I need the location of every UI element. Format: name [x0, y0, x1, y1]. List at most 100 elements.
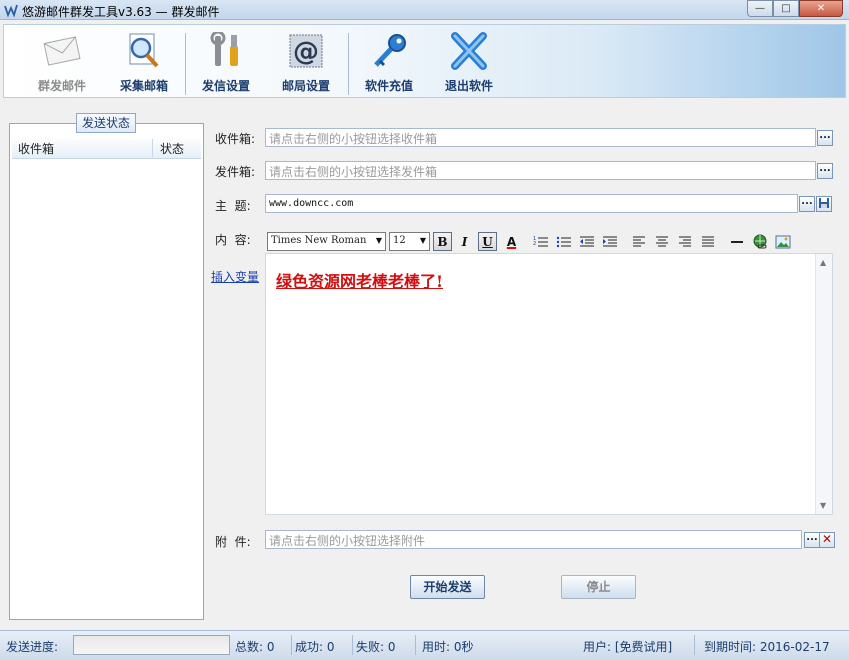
horizontal-rule-button[interactable]	[727, 232, 746, 251]
column-header-status[interactable]: 状态	[160, 140, 184, 157]
minimize-button[interactable]: —	[747, 0, 773, 17]
toolbar-send-settings-label: 发信设置	[201, 79, 250, 93]
toolbar-exit-button[interactable]: 退出软件	[433, 31, 505, 95]
toolbar-post-settings-label: 邮局设置	[281, 79, 330, 93]
inbox-browse-button[interactable]: ...	[817, 130, 833, 146]
window-title: 悠游邮件群发工具v3.63 — 群发邮件	[22, 5, 220, 19]
align-right-button[interactable]	[675, 232, 694, 251]
font-size-value: 12	[393, 235, 406, 246]
editor-content-text: 绿色资源网老棒老棒了!	[276, 272, 444, 291]
outdent-button[interactable]	[577, 232, 596, 251]
justify-button[interactable]	[698, 232, 717, 251]
scroll-up-icon[interactable]: ▲	[820, 258, 826, 267]
font-name-value: Times New Roman	[271, 235, 367, 246]
failed-count: 失败: 0	[356, 640, 396, 654]
attachment-clear-button[interactable]: ✕	[819, 532, 835, 548]
font-color-button[interactable]: A	[502, 232, 521, 251]
image-icon	[775, 235, 790, 248]
svg-text:@: @	[293, 37, 319, 67]
send-status-title: 发送状态	[76, 113, 137, 133]
editor-scrollbar[interactable]: ▲ ▼	[815, 254, 832, 514]
send-status-panel: 收件箱 状态	[9, 123, 204, 620]
insert-image-button[interactable]	[773, 232, 792, 251]
key-icon	[367, 31, 411, 71]
insert-variable-link[interactable]: 插入变量	[211, 268, 259, 285]
toolbar-post-settings-button[interactable]: @ 邮局设置	[270, 31, 342, 95]
insert-link-button[interactable]	[750, 232, 769, 251]
toolbar-send-mail-button[interactable]: 群发邮件	[26, 31, 98, 95]
globe-link-icon	[753, 234, 766, 248]
ordered-list-icon: 12	[533, 236, 548, 247]
subject-label: 主 题:	[215, 199, 251, 213]
toolbar-send-settings-button[interactable]: 发信设置	[190, 31, 262, 95]
sender-label: 发件箱:	[215, 165, 256, 179]
status-separator	[415, 635, 416, 655]
toolbar-separator	[348, 33, 349, 95]
subject-browse-button[interactable]: ...	[799, 196, 815, 212]
main-toolbar: 群发邮件 采集邮箱 发信设置 @ 邮局设置 软件充值 退出软件	[3, 24, 846, 98]
save-subject-button[interactable]	[816, 196, 832, 212]
underline-button[interactable]: U	[478, 232, 497, 251]
progress-label: 发送进度:	[6, 640, 59, 654]
toolbar-exit-label: 退出软件	[444, 79, 493, 93]
scroll-down-icon[interactable]: ▼	[820, 501, 826, 510]
toolbar-collect-email-label: 采集邮箱	[119, 79, 168, 93]
bullet-list-icon	[556, 236, 571, 247]
bold-button[interactable]: B	[433, 232, 452, 251]
font-size-select[interactable]: 12 ▼	[389, 232, 430, 251]
title-bar[interactable]: 悠游邮件群发工具v3.63 — 群发邮件 — □ ✕	[0, 0, 849, 20]
magnifier-icon	[122, 31, 166, 71]
attachment-browse-button[interactable]: ...	[804, 532, 820, 548]
chevron-down-icon: ▼	[375, 236, 382, 245]
outdent-icon	[579, 236, 594, 246]
content-label: 内 容:	[215, 233, 251, 247]
total-count: 总数: 0	[235, 640, 275, 654]
font-name-select[interactable]: Times New Roman ▼	[267, 232, 386, 251]
expiry-date: 到期时间: 2016-02-17	[704, 640, 830, 654]
content-editor[interactable]: 绿色资源网老棒老棒了! ▲ ▼	[265, 253, 833, 515]
toolbar-collect-email-button[interactable]: 采集邮箱	[108, 31, 180, 95]
start-send-button[interactable]: 开始发送	[410, 575, 485, 599]
align-center-icon	[655, 236, 668, 246]
attachment-field[interactable]: 请点击右侧的小按钮选择附件	[265, 530, 802, 549]
unordered-list-button[interactable]	[554, 232, 573, 251]
indent-button[interactable]	[600, 232, 619, 251]
subject-input[interactable]: www.downcc.com	[265, 194, 798, 213]
column-header-inbox[interactable]: 收件箱	[18, 140, 54, 157]
ordered-list-button[interactable]: 12	[531, 232, 550, 251]
inbox-field[interactable]: 请点击右侧的小按钮选择收件箱	[265, 128, 816, 147]
stop-button[interactable]: 停止	[561, 575, 636, 599]
chevron-down-icon: ▼	[419, 236, 426, 245]
horizontal-rule-icon	[730, 240, 743, 243]
indent-icon	[602, 236, 617, 246]
elapsed-time: 用时: 0秒	[422, 640, 474, 654]
align-left-button[interactable]	[629, 232, 648, 251]
tools-icon	[204, 31, 248, 71]
toolbar-separator	[185, 33, 186, 95]
user-info: 用户: [免费试用]	[583, 640, 673, 654]
exit-x-icon	[447, 31, 491, 71]
svg-text:2: 2	[533, 241, 536, 247]
status-separator	[352, 635, 353, 655]
envelope-icon	[40, 31, 84, 71]
attachment-label: 附 件:	[215, 535, 251, 549]
window-controls: — □ ✕	[747, 0, 843, 17]
align-right-icon	[678, 236, 691, 246]
toolbar-recharge-label: 软件充值	[364, 79, 413, 93]
success-count: 成功: 0	[295, 640, 335, 654]
toolbar-recharge-button[interactable]: 软件充值	[353, 31, 425, 95]
status-separator	[694, 635, 695, 655]
align-center-button[interactable]	[652, 232, 671, 251]
toolbar-send-mail-label: 群发邮件	[37, 79, 86, 93]
close-button[interactable]: ✕	[799, 0, 843, 17]
column-separator[interactable]	[152, 139, 153, 157]
send-progress-bar	[73, 635, 230, 655]
maximize-button[interactable]: □	[773, 0, 799, 17]
inbox-label: 收件箱:	[215, 132, 256, 146]
sender-browse-button[interactable]: ...	[817, 163, 833, 179]
italic-button[interactable]: I	[455, 232, 474, 251]
status-separator	[291, 635, 292, 655]
floppy-disk-icon	[819, 198, 829, 208]
align-justify-icon	[701, 236, 714, 246]
sender-field[interactable]: 请点击右侧的小按钮选择发件箱	[265, 161, 816, 180]
